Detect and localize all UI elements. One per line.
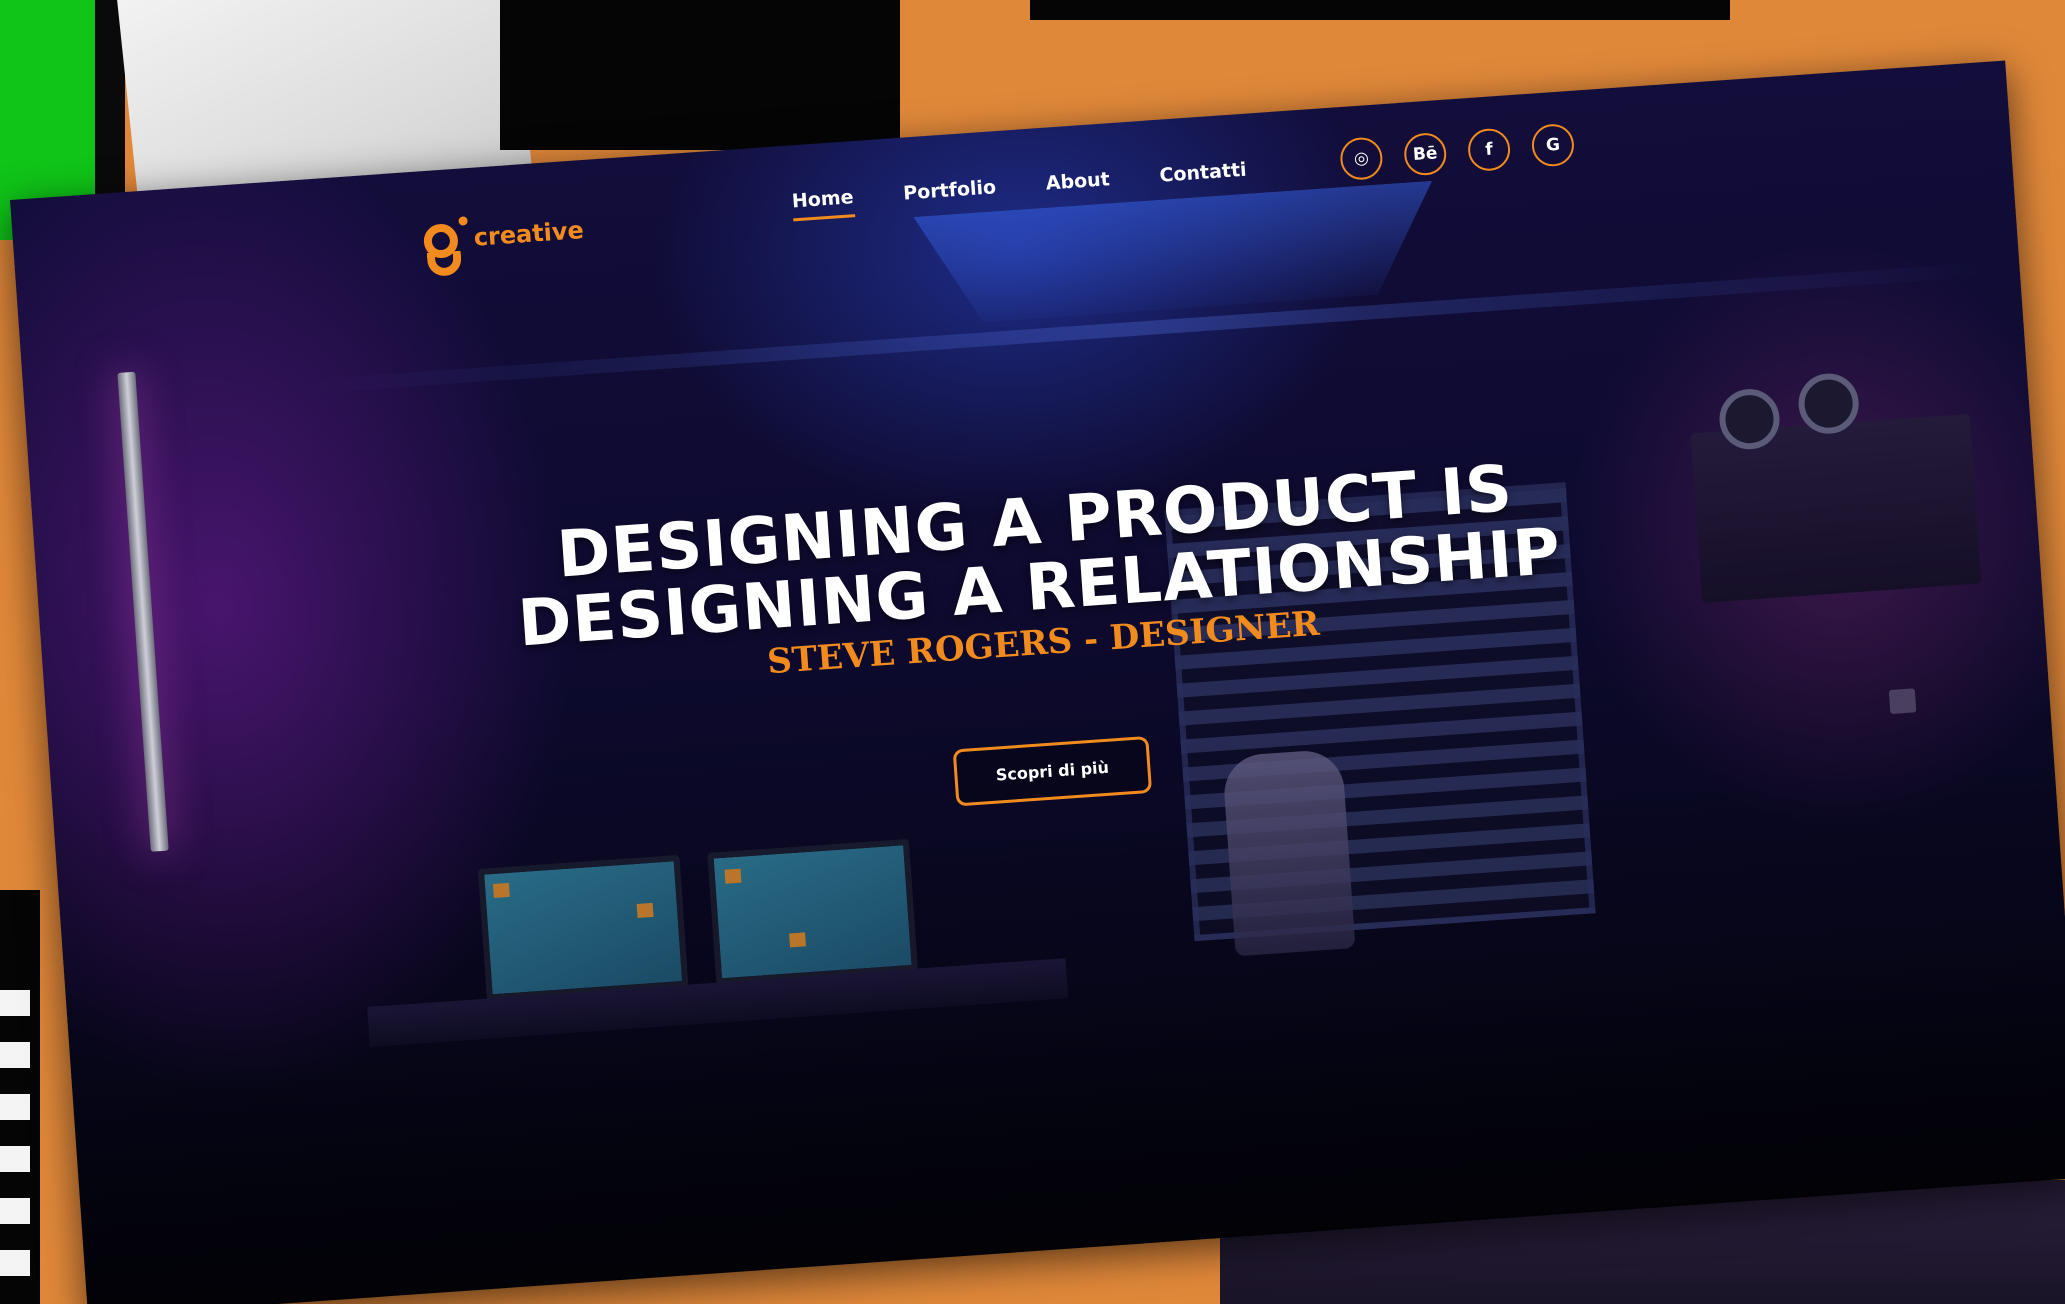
background-black-panel bbox=[500, 0, 900, 150]
brand-logo[interactable]: creative bbox=[422, 208, 586, 278]
website-hero-screenshot: creative Home Portfolio About Contatti ◎… bbox=[10, 60, 2065, 1304]
social-links: ◎ Bē f G bbox=[1338, 122, 1576, 182]
monitor-right bbox=[707, 838, 918, 985]
screenshot-stage: creative Home Portfolio About Contatti ◎… bbox=[0, 0, 2065, 1304]
logo-g-icon bbox=[422, 216, 472, 278]
main-nav: Home Portfolio About Contatti bbox=[791, 159, 1248, 222]
hero-section: DESIGNING A PRODUCT IS DESIGNING A RELAT… bbox=[35, 420, 2052, 870]
background-black-strip-top bbox=[1030, 0, 1730, 20]
logo-text: creative bbox=[472, 216, 585, 252]
behance-icon[interactable]: Bē bbox=[1402, 131, 1448, 177]
nav-item-portfolio[interactable]: Portfolio bbox=[903, 176, 998, 213]
instagram-icon[interactable]: ◎ bbox=[1338, 136, 1384, 182]
nav-item-contatti[interactable]: Contatti bbox=[1159, 159, 1248, 196]
facebook-icon[interactable]: f bbox=[1466, 127, 1512, 173]
monitor-left bbox=[477, 854, 689, 1001]
background-stripes bbox=[0, 990, 30, 1290]
discover-more-button[interactable]: Scopri di più bbox=[953, 735, 1152, 807]
nav-item-about[interactable]: About bbox=[1045, 168, 1111, 203]
nav-item-home[interactable]: Home bbox=[791, 186, 855, 222]
google-icon[interactable]: G bbox=[1530, 122, 1576, 168]
